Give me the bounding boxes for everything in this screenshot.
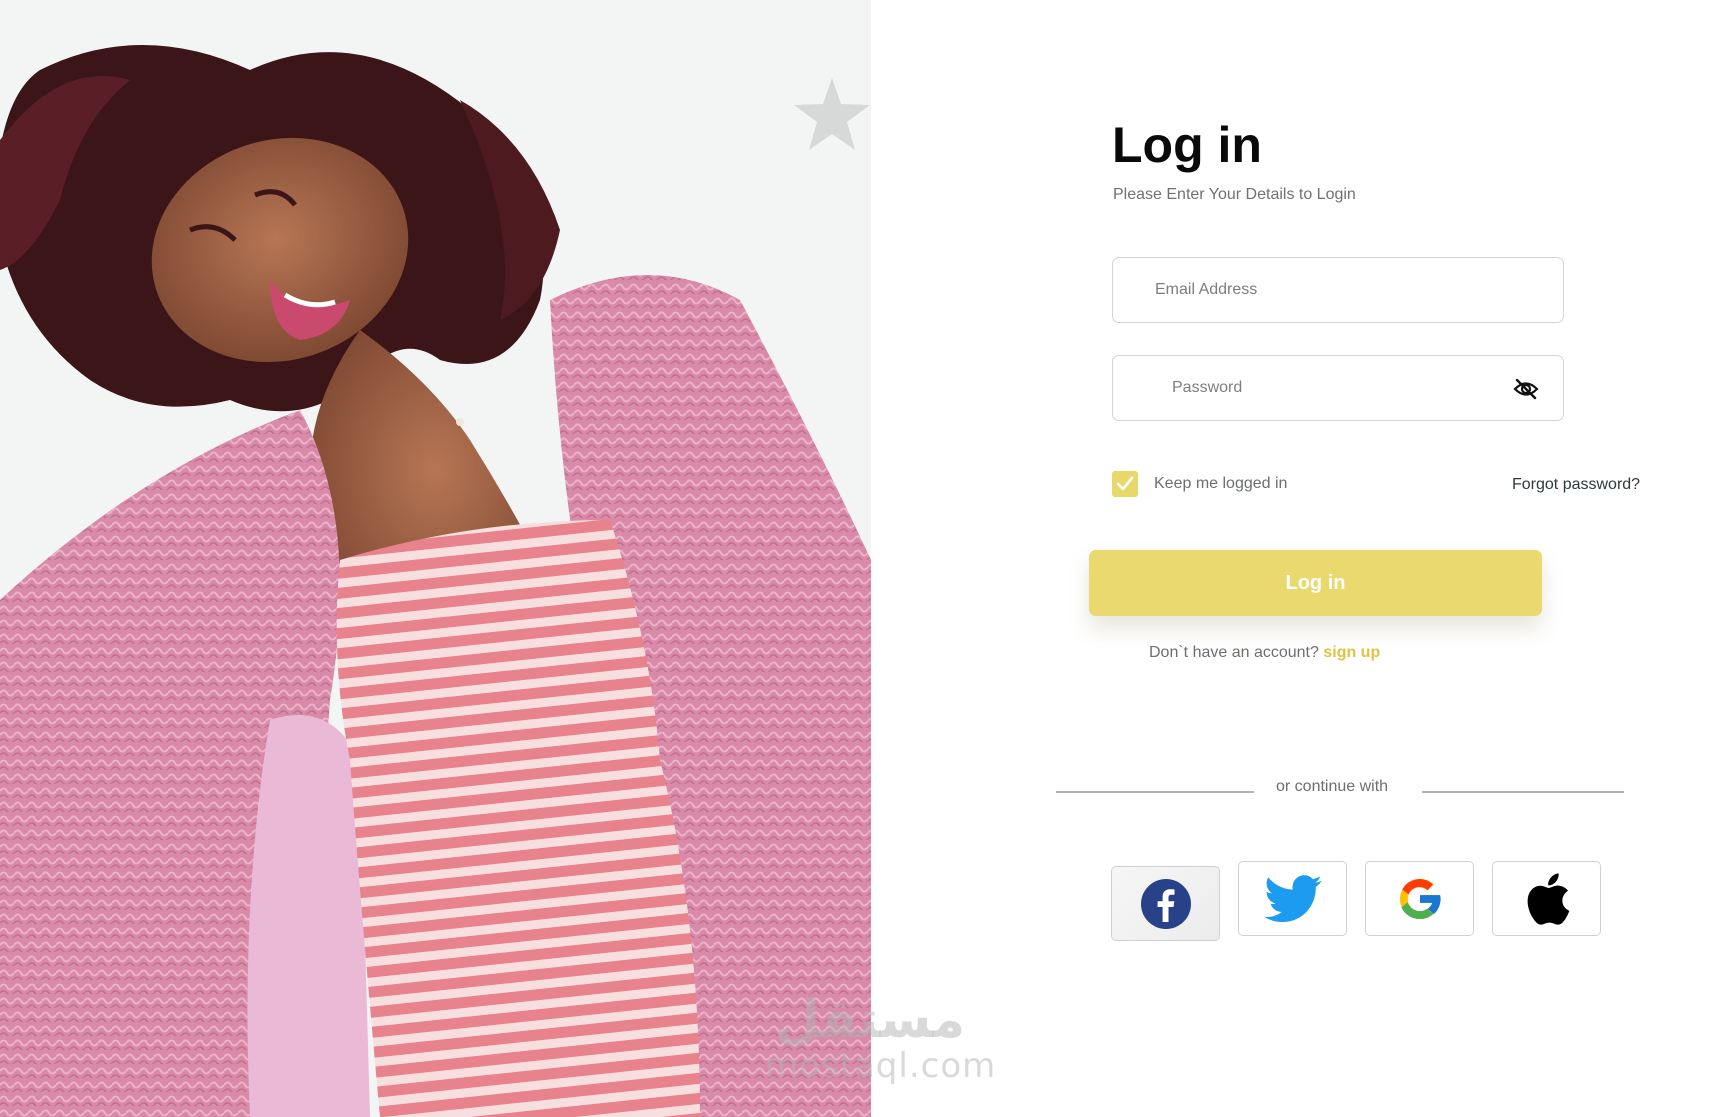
facebook-login-button[interactable] [1111,866,1220,941]
page-title: Log in [1112,117,1262,173]
signup-prompt: Don`t have an account? sign up [1149,644,1380,662]
twitter-icon [1263,874,1322,922]
facebook-icon [1140,878,1191,929]
divider-text: or continue with [1276,778,1389,795]
password-input[interactable] [1170,356,1503,420]
check-icon [1116,476,1134,491]
email-field[interactable] [1112,257,1564,323]
keep-logged-in-checkbox[interactable]: Keep me logged in [1112,471,1287,497]
page-subtitle: Please Enter Your Details to Login [1113,186,1356,203]
apple-icon [1527,872,1569,925]
eye-off-icon[interactable] [1513,376,1539,402]
checkbox-checked[interactable] [1112,471,1138,497]
google-icon [1399,878,1441,919]
forgot-password-link[interactable]: Forgot password? [1512,476,1640,494]
google-login-button[interactable] [1365,861,1474,936]
divider-left [1056,791,1254,793]
hero-photo-panel [0,0,871,1117]
keep-logged-in-label: Keep me logged in [1154,475,1288,492]
twitter-login-button[interactable] [1238,861,1347,936]
email-input[interactable] [1153,258,1503,322]
star-icon [794,78,870,150]
password-field[interactable] [1112,355,1564,421]
apple-login-button[interactable] [1492,861,1601,936]
divider-right [1422,791,1624,793]
signup-prompt-text: Don`t have an account? [1149,644,1319,661]
signup-link[interactable]: sign up [1323,644,1380,661]
login-button[interactable]: Log in [1089,550,1542,616]
hero-photo [0,45,871,1117]
